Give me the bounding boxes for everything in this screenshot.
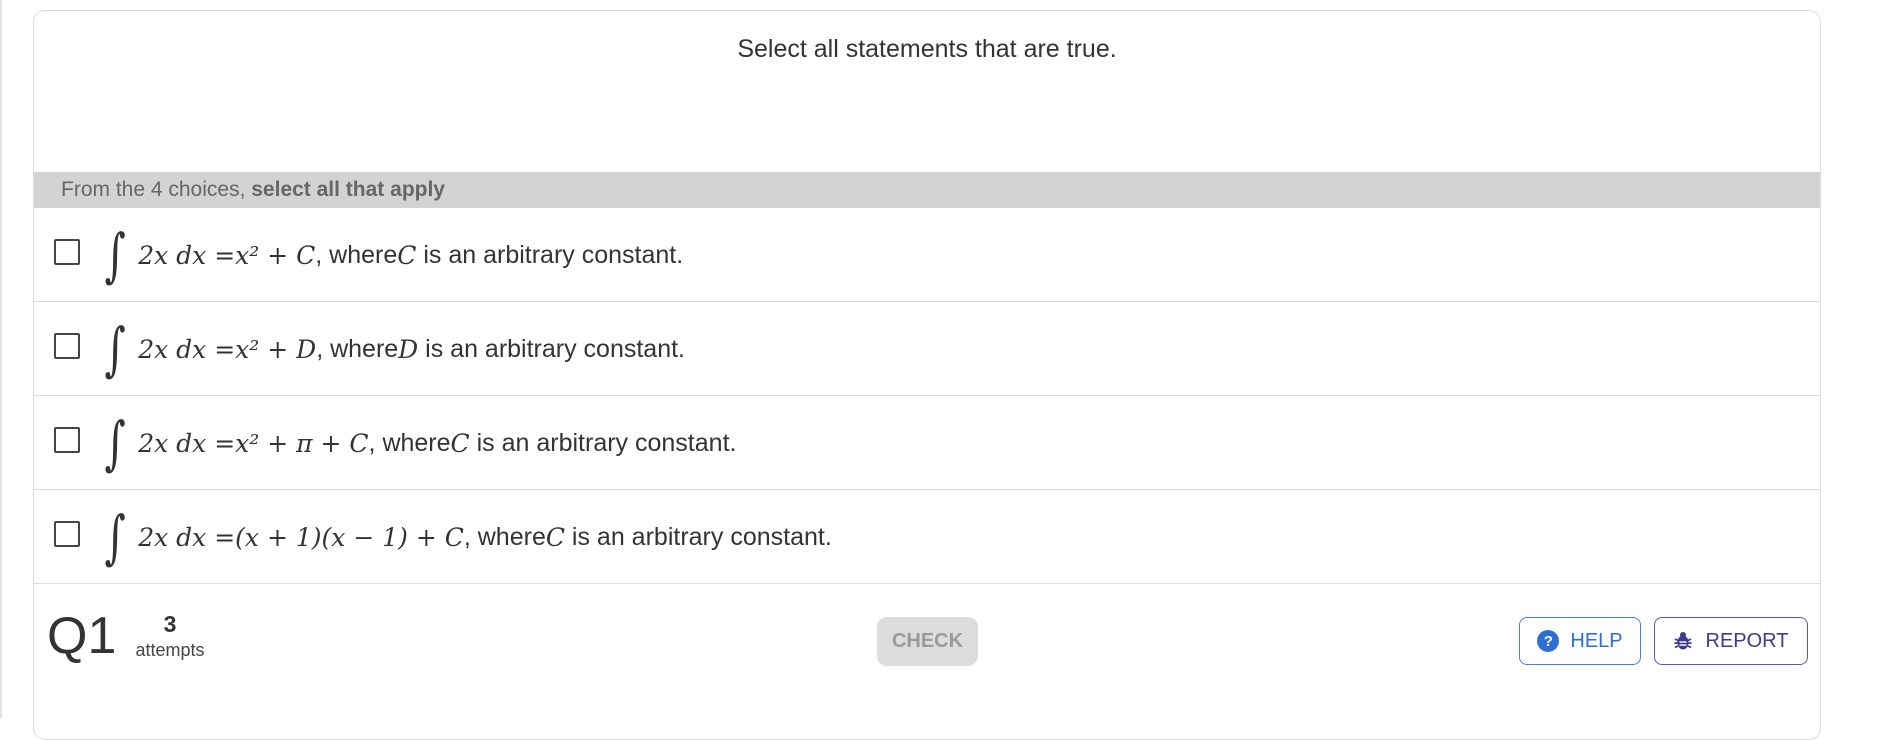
check-button[interactable]: CHECK xyxy=(877,617,978,666)
choice-1-rhs: x² + C xyxy=(235,240,316,270)
help-button[interactable]: ? HELP xyxy=(1519,617,1641,665)
choice-list: ∫ 2x dx = x² + C , where C is an arbitra… xyxy=(34,208,1820,584)
choice-4[interactable]: ∫ 2x dx = (x + 1)(x − 1) + C , where C i… xyxy=(34,490,1820,584)
choice-3-math: ∫ 2x dx = x² + π + C xyxy=(100,414,369,472)
choice-1[interactable]: ∫ 2x dx = x² + C , where C is an arbitra… xyxy=(34,208,1820,302)
choice-4-where: , where xyxy=(463,522,546,551)
choice-4-suffix: is an arbitrary constant. xyxy=(564,522,832,551)
integral-sign-icon: ∫ xyxy=(104,315,126,383)
question-card: Select all statements that are true. Fro… xyxy=(33,10,1821,740)
integral-sign-icon: ∫ xyxy=(104,409,126,477)
question-circle-icon: ? xyxy=(1537,630,1560,652)
choice-3-lhs: 2x dx = xyxy=(138,428,236,458)
choice-2-where: , where xyxy=(316,334,399,363)
choice-4-checkbox[interactable] xyxy=(54,521,80,547)
choice-4-lhs: 2x dx = xyxy=(138,522,236,552)
choice-1-checkbox[interactable] xyxy=(54,239,80,265)
choice-2-suffix: is an arbitrary constant. xyxy=(418,334,686,363)
choice-2-lhs: 2x dx = xyxy=(138,334,236,364)
choice-3-text: ∫ 2x dx = x² + π + C , where C is an arb… xyxy=(100,396,737,490)
question-prompt: Select all statements that are true. xyxy=(737,35,1117,63)
choice-1-where: , where xyxy=(315,240,398,269)
choice-2-var: D xyxy=(398,334,419,364)
choice-3-where: , where xyxy=(368,428,451,457)
choice-1-var: C xyxy=(397,240,417,270)
choice-3-checkbox[interactable] xyxy=(54,427,80,453)
left-edge-divider xyxy=(0,0,2,718)
choice-3-suffix: is an arbitrary constant. xyxy=(469,428,737,457)
integral-sign-icon: ∫ xyxy=(104,503,126,571)
report-label: REPORT xyxy=(1705,629,1789,652)
choice-3[interactable]: ∫ 2x dx = x² + π + C , where C is an arb… xyxy=(34,396,1820,490)
choice-4-rhs: (x + 1)(x − 1) + C xyxy=(235,522,464,552)
attempts-label: attempts xyxy=(135,640,205,660)
choice-1-math: ∫ 2x dx = x² + C xyxy=(100,221,316,289)
choice-3-var: C xyxy=(450,428,470,458)
instruction-bar: From the 4 choices, select all that appl… xyxy=(34,172,1820,208)
choice-1-text: ∫ 2x dx = x² + C , where C is an arbitra… xyxy=(100,208,684,302)
choice-2-checkbox[interactable] xyxy=(54,333,80,359)
question-number: Q1 xyxy=(47,607,117,665)
choice-4-text: ∫ 2x dx = (x + 1)(x − 1) + C , where C i… xyxy=(100,490,832,584)
choice-2-rhs: x² + D xyxy=(235,334,317,364)
choice-4-var: C xyxy=(545,522,565,552)
choice-2[interactable]: ∫ 2x dx = x² + D , where D is an arbitra… xyxy=(34,302,1820,396)
choice-2-math: ∫ 2x dx = x² + D xyxy=(100,315,317,383)
attempts-counter: 3 attempts xyxy=(130,611,210,661)
choice-3-rhs: x² + π + C xyxy=(235,428,369,458)
integral-sign-icon: ∫ xyxy=(104,221,126,289)
choice-1-lhs: 2x dx = xyxy=(138,240,236,270)
report-button[interactable]: REPORT xyxy=(1654,617,1808,665)
bug-icon xyxy=(1674,631,1692,651)
choice-4-math: ∫ 2x dx = (x + 1)(x − 1) + C xyxy=(100,508,464,566)
instruction-bold: select all that apply xyxy=(251,178,445,201)
instruction-prefix: From the 4 choices, xyxy=(61,178,252,201)
choice-1-suffix: is an arbitrary constant. xyxy=(416,240,684,269)
choice-2-text: ∫ 2x dx = x² + D , where D is an arbitra… xyxy=(100,302,685,396)
question-footer: Q1 3 attempts CHECK ? HELP REPORT xyxy=(34,596,1820,676)
attempts-count: 3 xyxy=(163,611,177,637)
help-label: HELP xyxy=(1570,629,1623,652)
